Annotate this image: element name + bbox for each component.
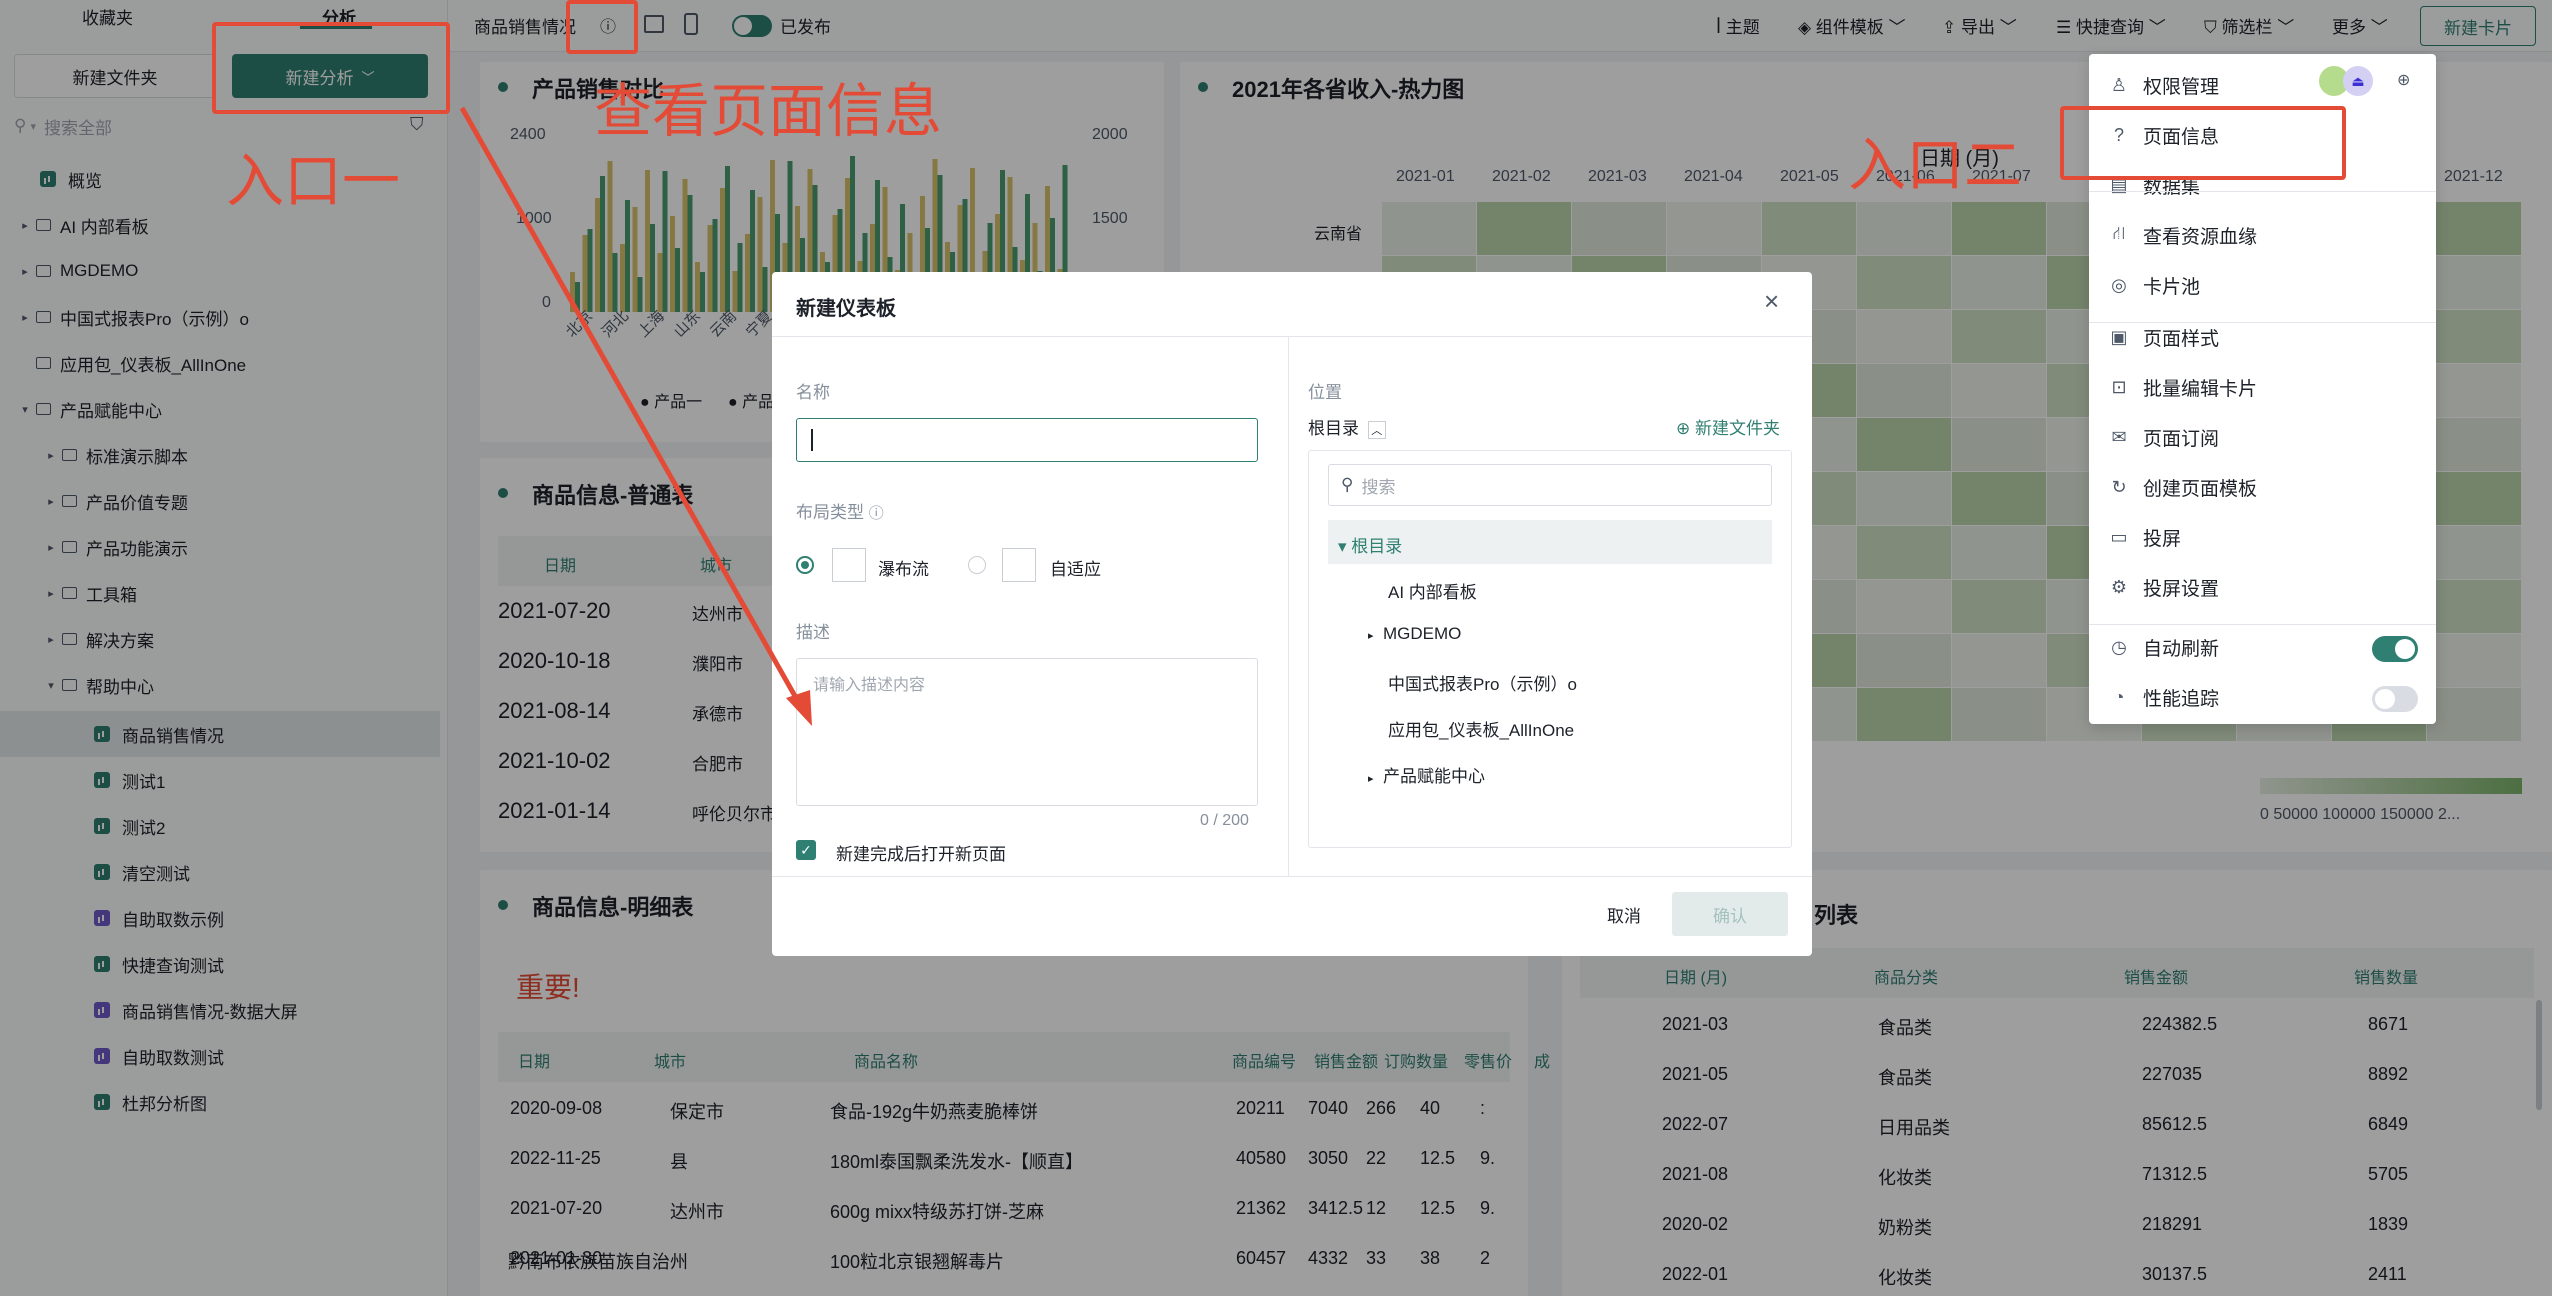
annotation-arrow bbox=[459, 106, 812, 726]
